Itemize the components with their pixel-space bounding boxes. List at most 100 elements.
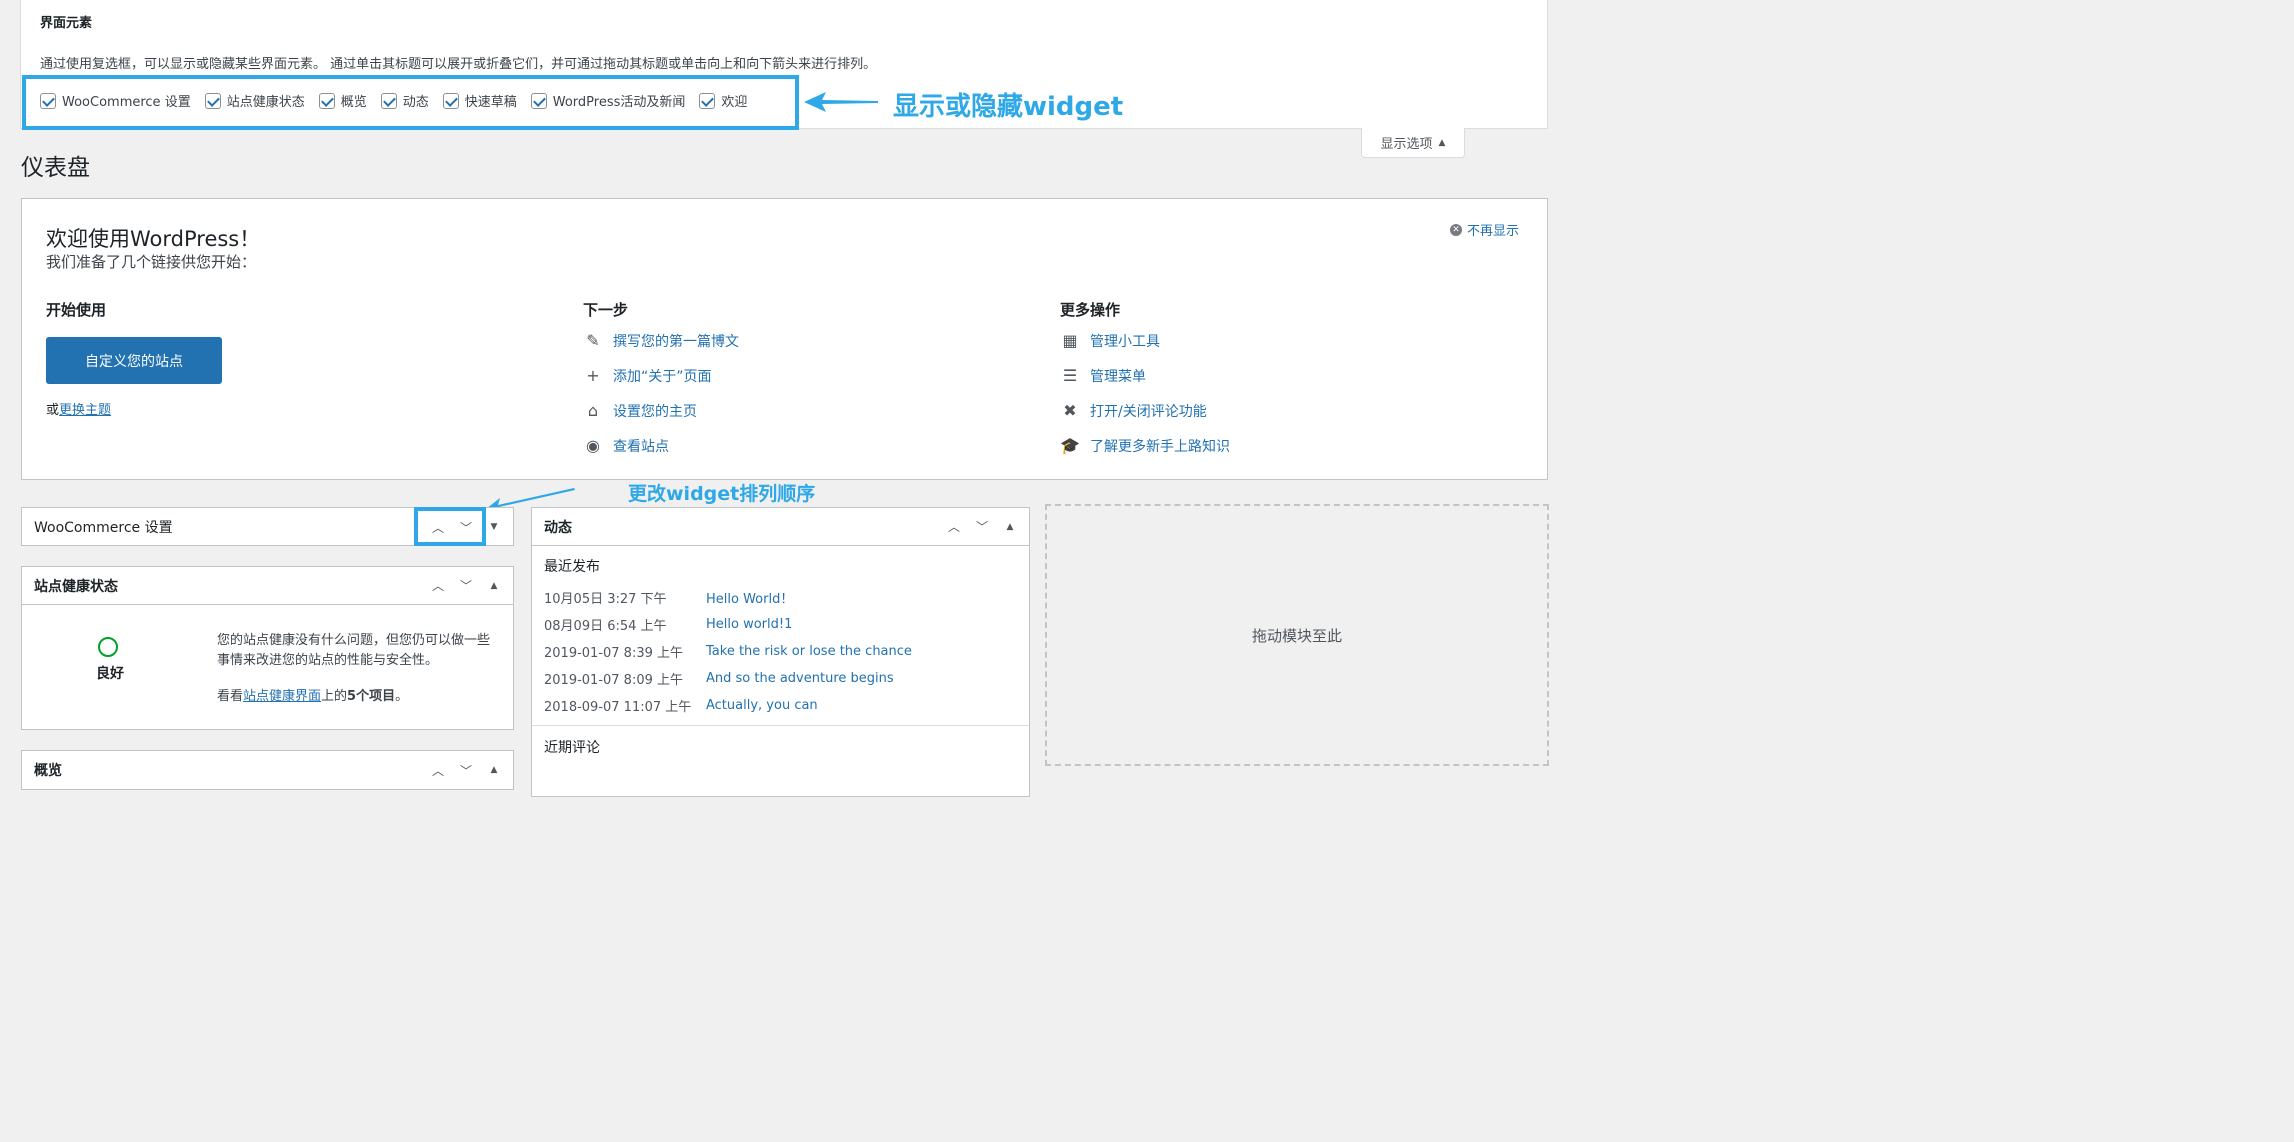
get-started-heading: 开始使用 [46,301,107,319]
list-item: 08月09日 6:54 上午 Hello world!1 [544,611,912,638]
move-up-icon[interactable]: ︿ [431,763,445,778]
screen-options-tab[interactable]: 显示选项 ▲ [1361,128,1465,158]
widget-controls: ︿ ﹀ ▲ [947,520,1017,534]
health-count: 5个项目 [347,689,396,704]
customize-site-button[interactable]: 自定义您的站点 [46,337,222,384]
divider [532,725,1029,726]
list-item: 2019-01-07 8:09 上午 And so the adventure b… [544,665,912,692]
widget-header[interactable]: 概览 ︿ ﹀ ▲ [22,751,513,789]
move-up-icon[interactable]: ︿ [947,520,961,534]
next-step-label: 设置您的主页 [613,403,697,420]
post-link[interactable]: Take the risk or lose the chance [706,644,912,659]
screen-options-description: 通过使用复选框，可以显示或隐藏某些界面元素。 通过单击其标题可以展开或折叠它们，… [40,57,877,72]
more-actions-heading: 更多操作 [1060,301,1121,319]
post-date: 10月05日 3:27 下午 [544,592,667,607]
widget-title: WooCommerce 设置 [34,520,173,536]
list-item: 10月05日 3:27 下午 Hello World！ [544,584,912,611]
next-steps-heading: 下一步 [583,301,629,319]
post-link[interactable]: And so the adventure begins [706,671,894,686]
learn-icon: 🎓 [1060,436,1080,455]
or-text: 或 [46,403,60,418]
post-link[interactable]: Hello world!1 [706,617,792,632]
health-description: 您的站点健康没有什么问题，但您仍可以做一些事情来改进您的站点的性能与安全性。 [217,633,491,668]
toggle-caret-icon[interactable]: ▼ [487,520,501,534]
health-mid: 上的 [321,689,348,704]
dismiss-link[interactable]: ✕ 不再显示 [1450,220,1519,239]
widget-header[interactable]: 站点健康状态 ︿ ﹀ ▲ [22,567,513,605]
post-link[interactable]: Hello World！ [706,588,793,607]
caret-up-icon: ▲ [1438,137,1446,148]
widget-drop-zone[interactable]: 拖动模块至此 [1045,504,1549,766]
widget-title: 站点健康状态 [34,578,118,595]
post-date: 2019-01-07 8:39 上午 [544,646,684,661]
list-item: 2018-09-07 11:07 上午 Actually, you can [544,692,912,719]
next-step-add-about[interactable]: + 添加“关于”页面 [583,365,739,386]
widgets-icon: ▦ [1062,331,1078,350]
annotation-reorder: 更改widget排列顺序 [628,483,816,505]
move-down-icon[interactable]: ﹀ [975,520,989,534]
list-item: 2019-01-07 8:39 上午 Take the risk or lose … [544,638,912,665]
more-actions-list: ▦ 管理小工具 ☰ 管理菜单 ✖ 打开/关闭评论功能 🎓 了解更多新手上路知识 [1060,330,1230,456]
health-prefix: 看看 [217,689,244,704]
widget-site-health: 站点健康状态 ︿ ﹀ ▲ 良好 您的站点健康没有什么问题，但您仍可以做一些事情来… [21,566,514,730]
next-step-view-site[interactable]: ◉ 查看站点 [583,435,739,456]
post-date: 2018-09-07 11:07 上午 [544,700,692,715]
recent-comments-label: 近期评论 [544,740,600,756]
move-down-icon[interactable]: ﹀ [459,763,473,778]
highlight-box-checkboxes [22,75,799,130]
widget-controls: ︿ ﹀ ▲ [431,579,501,593]
next-step-set-home[interactable]: ⌂ 设置您的主页 [583,400,739,421]
change-theme-line: 或更换主题 [46,399,111,418]
menu-icon: ☰ [1062,366,1078,385]
action-label: 打开/关闭评论功能 [1090,403,1207,420]
welcome-subtitle: 我们准备了几个链接供您开始： [46,253,257,271]
change-theme-link[interactable]: 更换主题 [59,403,111,418]
annotation-arrow-left [804,92,878,112]
toggle-caret-icon[interactable]: ▲ [1003,520,1017,534]
post-date: 2019-01-07 8:09 上午 [544,673,684,688]
close-circle-icon: ✕ [1450,223,1462,236]
comments-icon: ✖ [1063,401,1077,420]
page-title: 仪表盘 [21,155,90,181]
recent-posts-list: 10月05日 3:27 下午 Hello World！ 08月09日 6:54 上… [544,584,912,719]
next-steps-list: ✎ 撰写您的第一篇博文 + 添加“关于”页面 ⌂ 设置您的主页 ◉ 查看站点 [583,330,739,456]
plus-icon: + [586,366,600,385]
screen-options-title: 界面元素 [40,16,93,31]
post-date: 08月09日 6:54 上午 [544,619,667,634]
toggle-caret-icon[interactable]: ▲ [487,763,501,777]
action-menus[interactable]: ☰ 管理菜单 [1060,365,1230,386]
widget-header[interactable]: 动态 ︿ ﹀ ▲ [532,508,1029,546]
widget-activity: 动态 ︿ ﹀ ▲ 最近发布 10月05日 3:27 下午 Hello World！… [531,507,1030,797]
recent-posts-label: 最近发布 [544,559,600,575]
health-suffix: 。 [395,689,409,704]
welcome-panel: 欢迎使用WordPress！ 我们准备了几个链接供您开始： ✕ 不再显示 开始使… [21,198,1548,480]
screen-options-tab-label: 显示选项 [1380,137,1433,152]
view-icon: ◉ [586,436,600,455]
move-down-icon[interactable]: ﹀ [459,579,473,593]
health-screen-link[interactable]: 站点健康界面 [243,689,321,704]
widget-controls: ︿ ﹀ ▲ [431,763,501,778]
next-step-write-post[interactable]: ✎ 撰写您的第一篇博文 [583,330,739,351]
move-up-icon[interactable]: ︿ [431,579,445,593]
action-label: 了解更多新手上路知识 [1090,438,1230,455]
health-status-icon [98,637,118,657]
dismiss-label: 不再显示 [1467,224,1520,239]
health-items-line: 看看站点健康界面上的5个项目。 [217,685,408,704]
edit-icon: ✎ [586,331,600,350]
toggle-caret-icon[interactable]: ▲ [487,579,501,593]
next-step-label: 添加“关于”页面 [613,368,712,385]
action-learn[interactable]: 🎓 了解更多新手上路知识 [1060,435,1230,456]
action-label: 管理菜单 [1090,368,1146,385]
post-link[interactable]: Actually, you can [706,698,818,713]
action-comments[interactable]: ✖ 打开/关闭评论功能 [1060,400,1230,421]
action-widgets[interactable]: ▦ 管理小工具 [1060,330,1230,351]
annotation-show-hide: 显示或隐藏widget [893,92,1124,122]
widget-overview: 概览 ︿ ﹀ ▲ [21,750,514,790]
widget-title: 概览 [34,763,62,779]
health-status-label: 良好 [96,666,124,682]
next-step-label: 撰写您的第一篇博文 [613,333,739,350]
action-label: 管理小工具 [1090,333,1160,350]
home-icon: ⌂ [587,401,599,420]
welcome-title: 欢迎使用WordPress！ [46,227,261,251]
next-step-label: 查看站点 [613,438,669,455]
